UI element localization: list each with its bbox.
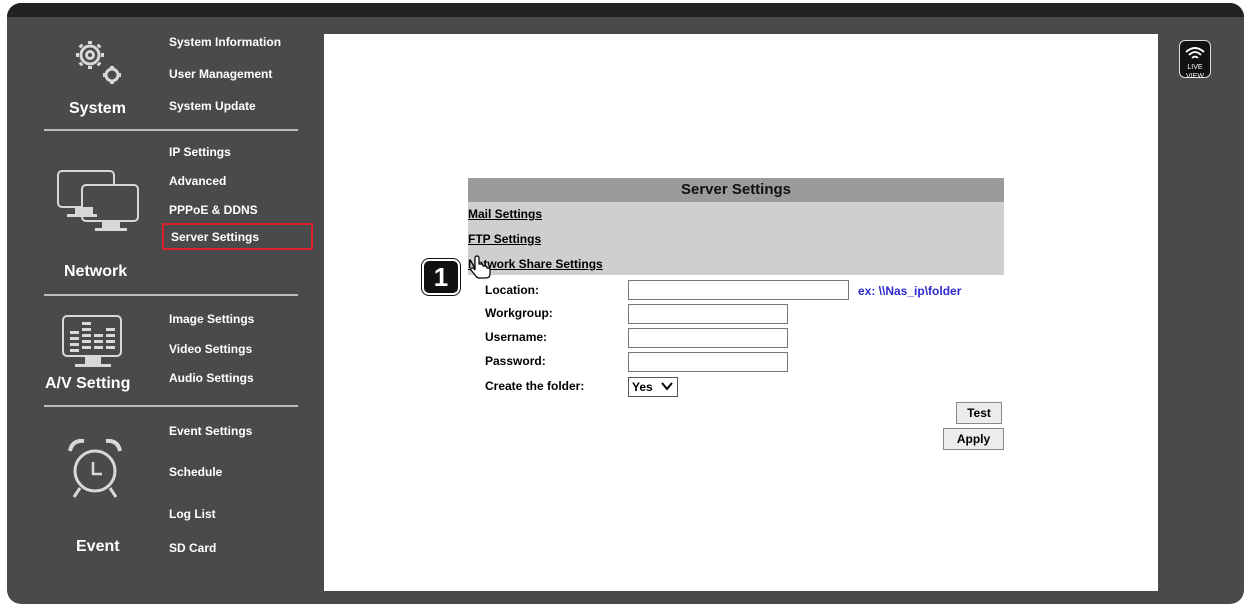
divider	[44, 294, 298, 296]
panel-title: Server Settings	[468, 178, 1004, 202]
hand-cursor-icon	[469, 255, 491, 284]
divider	[44, 405, 298, 407]
menu-item-advanced[interactable]: Advanced	[169, 174, 226, 188]
apply-button[interactable]: Apply	[943, 428, 1004, 450]
test-button[interactable]: Test	[956, 402, 1002, 424]
av-monitor-icon[interactable]	[60, 313, 126, 373]
menu-item-pppoe-ddns[interactable]: PPPoE & DDNS	[169, 203, 258, 217]
settings-links: Mail Settings FTP Settings Network Share…	[468, 202, 1004, 275]
alarm-clock-icon[interactable]	[62, 435, 128, 505]
password-input[interactable]	[628, 352, 788, 372]
live-view-label: LIVE VIEW	[1186, 64, 1204, 80]
main-content: Server Settings Mail Settings FTP Settin…	[324, 34, 1158, 591]
group-label-system: System	[69, 100, 126, 117]
menu-item-ip-settings[interactable]: IP Settings	[169, 145, 231, 159]
menu-item-server-settings[interactable]: Server Settings	[162, 223, 313, 250]
wifi-icon	[1180, 45, 1210, 63]
group-label-network: Network	[64, 263, 128, 280]
location-label: Location:	[485, 283, 539, 297]
step-badge: 1	[422, 259, 460, 295]
menu-item-event-settings[interactable]: Event Settings	[169, 424, 252, 438]
link-mail-settings[interactable]: Mail Settings	[468, 207, 542, 221]
menu-item-system-update[interactable]: System Update	[169, 99, 256, 113]
menu-item-system-information[interactable]: System Information	[169, 35, 281, 49]
menu-item-sd-card[interactable]: SD Card	[169, 541, 216, 555]
workgroup-label: Workgroup:	[485, 306, 553, 320]
password-label: Password:	[485, 354, 546, 368]
menu-item-schedule[interactable]: Schedule	[169, 465, 222, 479]
monitors-icon[interactable]	[55, 168, 145, 238]
menu-item-user-management[interactable]: User Management	[169, 67, 272, 81]
gears-icon[interactable]	[62, 33, 132, 93]
username-label: Username:	[485, 330, 548, 344]
group-label-av-setting: A/V Setting	[45, 375, 131, 392]
create-folder-value: Yes	[632, 380, 653, 394]
create-folder-label: Create the folder:	[485, 379, 585, 393]
link-ftp-settings[interactable]: FTP Settings	[468, 232, 541, 246]
menu-item-image-settings[interactable]: Image Settings	[169, 312, 254, 326]
create-folder-select[interactable]: Yes	[628, 377, 678, 397]
menu-item-video-settings[interactable]: Video Settings	[169, 342, 252, 356]
location-input[interactable]	[628, 280, 849, 300]
username-input[interactable]	[628, 328, 788, 348]
menu-item-log-list[interactable]: Log List	[169, 507, 216, 521]
group-label-event: Event	[76, 538, 120, 555]
divider	[44, 129, 298, 131]
sidebar: System System Information User Managemen…	[7, 3, 322, 604]
menu-item-audio-settings[interactable]: Audio Settings	[169, 371, 254, 385]
chevron-down-icon	[661, 380, 673, 395]
live-view-button[interactable]: LIVE VIEW	[1179, 40, 1211, 80]
location-hint: ex: \\Nas_ip\folder	[858, 284, 962, 298]
workgroup-input[interactable]	[628, 304, 788, 324]
app-frame: System System Information User Managemen…	[7, 3, 1244, 604]
